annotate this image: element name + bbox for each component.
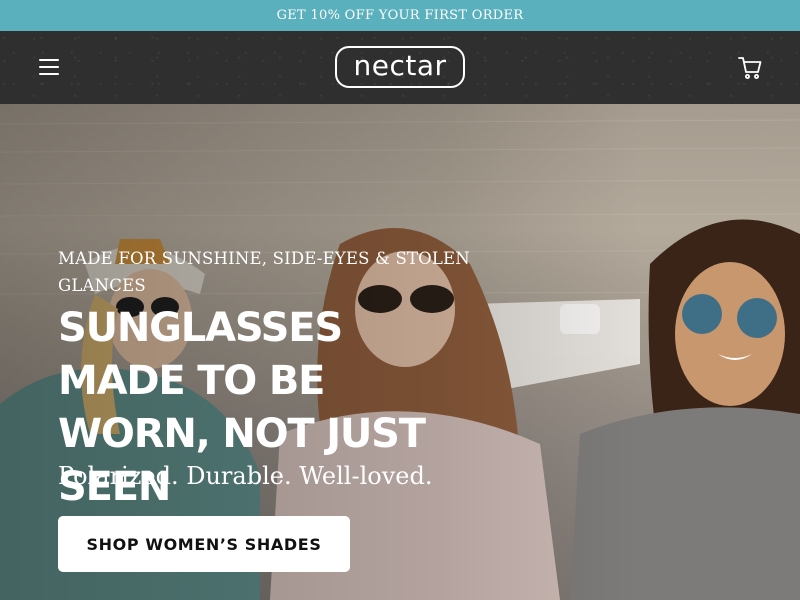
hero-eyebrow: MADE FOR SUNSHINE, SIDE-EYES & STOLEN GL… <box>58 249 470 295</box>
shopping-cart-icon[interactable] <box>737 55 763 81</box>
shop-womens-shades-button[interactable]: SHOP WOMEN’S SHADES <box>58 516 350 572</box>
promo-text[interactable]: GET 10% OFF YOUR FIRST ORDER <box>277 8 524 23</box>
hero-subhead: Polarized. Durable. Well-loved. <box>58 462 433 490</box>
logo-text: nectar <box>353 48 447 82</box>
hero-banner: MADE FOR SUNSHINE, SIDE-EYES & STOLEN GL… <box>0 104 800 600</box>
site-logo[interactable]: nectar <box>335 46 465 88</box>
hamburger-menu-icon[interactable] <box>38 57 62 77</box>
site-header: nectar <box>0 31 800 104</box>
promo-banner[interactable]: GET 10% OFF YOUR FIRST ORDER <box>0 0 800 31</box>
